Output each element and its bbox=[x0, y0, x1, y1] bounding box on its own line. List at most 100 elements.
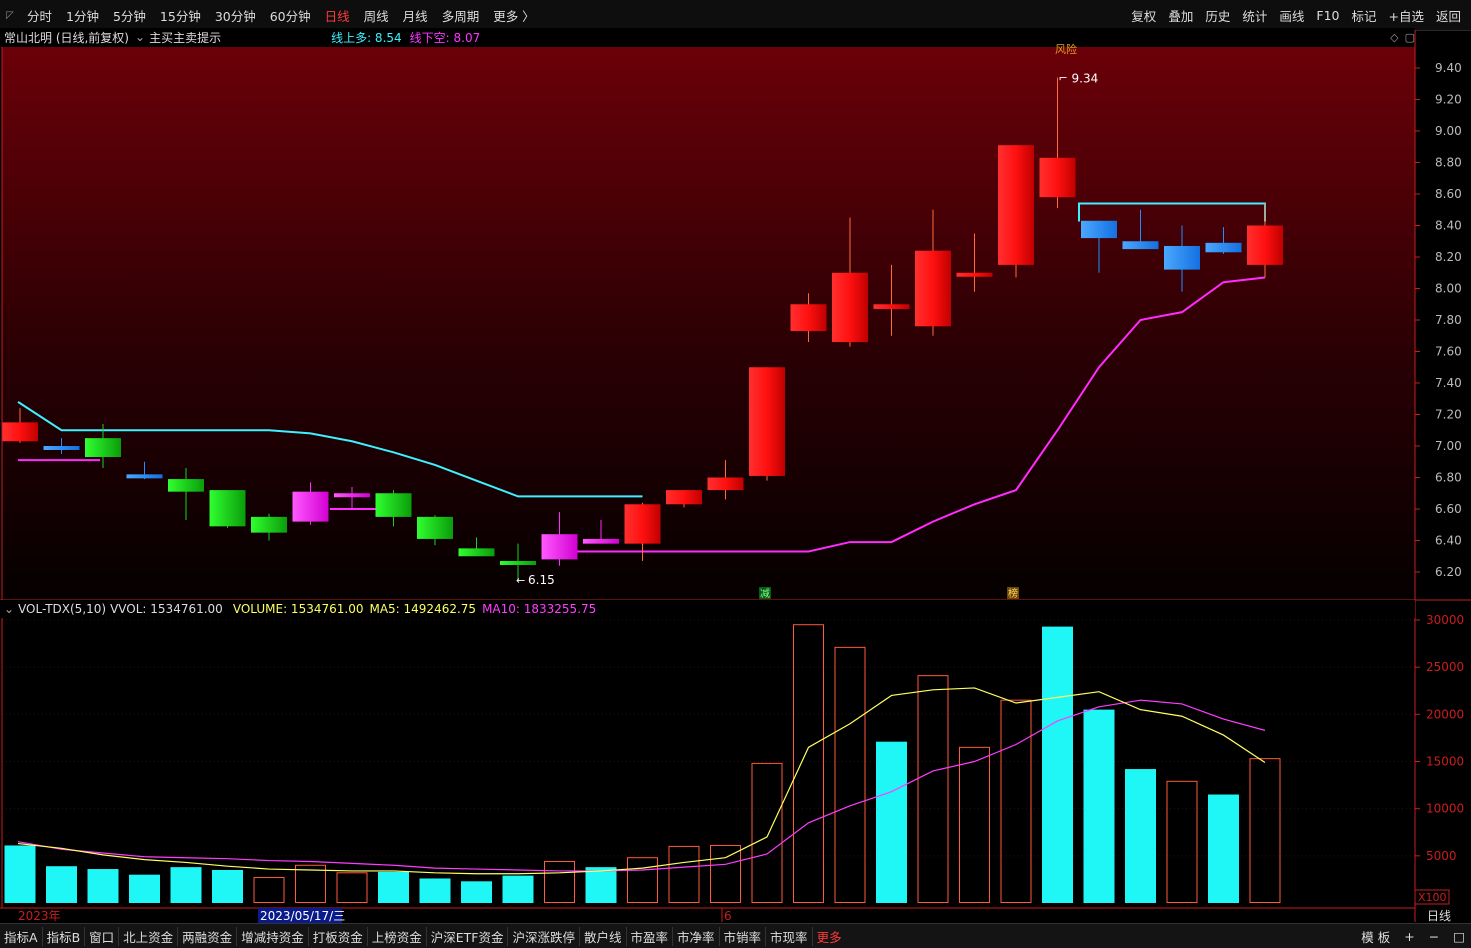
indicator-tab[interactable]: 指标B bbox=[43, 926, 86, 946]
indicator-tab[interactable]: 打板资金 bbox=[309, 926, 368, 946]
candle bbox=[749, 367, 785, 481]
candle-body bbox=[998, 145, 1034, 265]
bottom-tabs: 指标A 指标B 窗口 北上资金 两融资金 增减持资金 打板资金 上榜资金 沪深ETF资金 沪深涨跌… bbox=[0, 924, 813, 948]
candle-body bbox=[749, 367, 785, 476]
candle-body bbox=[417, 516, 453, 539]
ma5-line bbox=[17, 687, 1266, 875]
chart-canvas[interactable]: 9.40 9.20 9.00 8.80 8.60 8.40 8.20 8.00 7.80 7.60… bbox=[0, 0, 1471, 947]
volume-tick-label: 30000 bbox=[1426, 613, 1464, 627]
candle-body bbox=[126, 474, 163, 479]
volume-tick-label: 20000 bbox=[1426, 707, 1464, 721]
volume-tick-label: 10000 bbox=[1426, 802, 1464, 816]
month-label: 6 bbox=[724, 909, 732, 923]
volume-bar bbox=[1083, 709, 1115, 903]
price-tick-label: 9.20 bbox=[1435, 93, 1462, 107]
candle-body bbox=[375, 493, 412, 517]
volume-tick-label: 15000 bbox=[1426, 755, 1464, 769]
volume-bar bbox=[4, 845, 36, 903]
low-price-label: 6.15 bbox=[528, 573, 555, 587]
candle-body bbox=[790, 304, 827, 332]
price-tick-label: 8.00 bbox=[1435, 282, 1462, 296]
volume-value: VOLUME: 1534761.00 bbox=[232, 602, 364, 616]
bottom-right-controls: 模 板 + − □ bbox=[1361, 924, 1465, 948]
bottom-control-button[interactable]: − bbox=[1429, 929, 1439, 944]
price-tick-label: 8.60 bbox=[1435, 187, 1462, 201]
candle-body bbox=[583, 538, 619, 544]
candle-body bbox=[624, 504, 661, 544]
price-tick-label: 6.60 bbox=[1435, 502, 1462, 516]
price-tick-label: 7.20 bbox=[1435, 408, 1462, 422]
bottom-control-button[interactable]: + bbox=[1404, 929, 1414, 944]
volume-bar bbox=[627, 857, 658, 903]
volume-bar bbox=[834, 646, 866, 904]
ma10-line bbox=[17, 699, 1266, 872]
volume-unit-label: X100 bbox=[1418, 891, 1447, 904]
volume-bar bbox=[710, 844, 741, 903]
volume-bar bbox=[1208, 794, 1239, 903]
indicator-tab[interactable]: 市净率 bbox=[673, 926, 720, 946]
volume-indicator-name[interactable]: VOL-TDX(5,10) bbox=[18, 602, 106, 616]
indicator-tab[interactable]: 沪深ETF资金 bbox=[427, 926, 509, 946]
candle-body bbox=[43, 446, 80, 450]
indicator-tab[interactable]: 窗口 bbox=[85, 926, 120, 946]
volume-bar bbox=[1000, 699, 1032, 904]
volume-bar bbox=[585, 867, 617, 903]
volume-bar bbox=[876, 741, 907, 903]
volume-tick-label: 25000 bbox=[1426, 660, 1464, 674]
bottom-control-button[interactable]: 模 板 bbox=[1361, 927, 1390, 946]
volume-bar bbox=[461, 881, 492, 903]
year-label: 2023年 bbox=[18, 909, 61, 923]
indicator-tab[interactable]: 北上资金 bbox=[119, 926, 179, 946]
candle-body bbox=[956, 272, 993, 277]
arrow-icon: ← bbox=[516, 574, 525, 587]
price-tick-label: 7.00 bbox=[1435, 439, 1462, 453]
candle-body bbox=[85, 438, 121, 458]
indicator-tab[interactable]: 散户线 bbox=[580, 926, 627, 946]
volume-bar bbox=[668, 845, 700, 904]
price-tick-label: 7.40 bbox=[1435, 376, 1462, 390]
indicator-tab[interactable]: 指标A bbox=[0, 926, 43, 946]
indicator-tab[interactable]: 市现率 bbox=[766, 926, 813, 946]
indicator-tab[interactable]: 沪深涨跌停 bbox=[508, 926, 580, 946]
volume-bar bbox=[502, 875, 534, 903]
price-tick-label: 9.40 bbox=[1435, 61, 1462, 75]
price-tick-label: 6.20 bbox=[1435, 565, 1462, 579]
price-tick-label: 6.80 bbox=[1435, 471, 1462, 485]
candle-body bbox=[209, 490, 246, 527]
indicator-tab[interactable]: 两融资金 bbox=[178, 926, 238, 946]
candle-body bbox=[1081, 220, 1117, 239]
candle-body bbox=[168, 479, 204, 492]
ma5-value: MA5: 1492462.75 bbox=[369, 602, 477, 616]
candle-body bbox=[251, 516, 287, 533]
chevron-down-icon[interactable]: ⌄ bbox=[4, 602, 14, 616]
volume-bar bbox=[419, 878, 451, 903]
price-tick-label: 7.60 bbox=[1435, 345, 1462, 359]
price-tick-label: 8.40 bbox=[1435, 219, 1462, 233]
ma10-value: MA10: 1833255.75 bbox=[482, 602, 597, 616]
candle-body bbox=[666, 490, 702, 505]
indicator-tab[interactable]: 市销率 bbox=[720, 926, 767, 946]
volume-bar bbox=[212, 869, 243, 903]
price-tick-label: 6.40 bbox=[1435, 534, 1462, 548]
volume-bar bbox=[46, 866, 77, 903]
price-tick-label: 8.80 bbox=[1435, 156, 1462, 170]
indicator-tab[interactable]: 增减持资金 bbox=[237, 926, 309, 946]
bottom-control-button[interactable]: □ bbox=[1453, 929, 1465, 944]
candle-body bbox=[541, 534, 578, 560]
volume-bar bbox=[378, 871, 409, 903]
volume-bar bbox=[959, 746, 990, 903]
volume-info-bar: ⌄ VOL-TDX(5,10) VVOL: 1534761.00 VOLUME:… bbox=[0, 600, 1415, 618]
candle-body bbox=[707, 477, 744, 491]
candle-body bbox=[2, 422, 38, 442]
candle-body bbox=[292, 491, 329, 522]
more-tab[interactable]: 更多 bbox=[813, 927, 846, 946]
vvol-value: VVOL: 1534761.00 bbox=[110, 602, 223, 616]
volume-bar bbox=[751, 762, 783, 903]
indicator-tab[interactable]: 市盈率 bbox=[627, 926, 674, 946]
indicator-tab[interactable]: 上榜资金 bbox=[368, 926, 427, 946]
volume-tick-label: 5000 bbox=[1426, 849, 1457, 863]
risk-marker: 风险 bbox=[1055, 42, 1077, 56]
volume-bar bbox=[336, 872, 368, 904]
arrow-icon: ⌐ bbox=[1059, 71, 1068, 84]
candle-body bbox=[1247, 225, 1283, 265]
